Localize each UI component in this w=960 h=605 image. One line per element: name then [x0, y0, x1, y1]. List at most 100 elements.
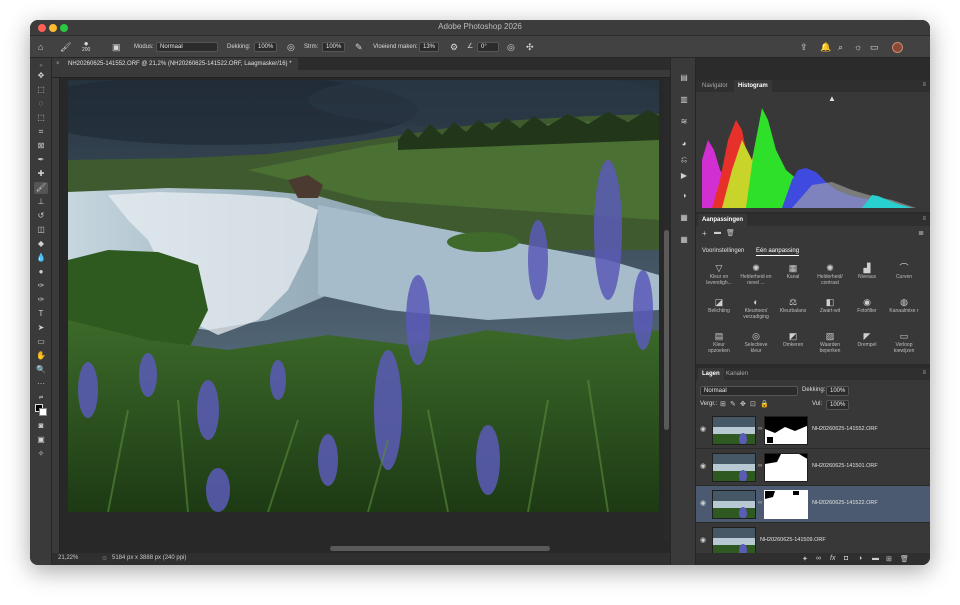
color-icon[interactable]: ◑	[678, 190, 690, 202]
layer-opacity-field[interactable]: 100%	[826, 386, 850, 396]
adjustment-9[interactable]: ◧ Zwart-wit	[813, 296, 847, 330]
subtab-presets[interactable]: Voorinstellingen	[702, 248, 744, 254]
move-tool-icon[interactable]: ✥	[34, 70, 48, 82]
angle-field[interactable]: 0°	[477, 42, 499, 52]
more-tools-icon[interactable]: ···	[34, 378, 48, 390]
add-mask-icon[interactable]: ◘	[844, 555, 848, 562]
layer-thumbnail[interactable]	[712, 416, 756, 445]
folder-icon[interactable]: ▬	[714, 229, 721, 236]
adjustment-0[interactable]: ▽ Kleur en levendigh...	[702, 262, 736, 296]
clone-stamp-tool-icon[interactable]: ⊥	[34, 196, 48, 208]
layer-mask-thumbnail[interactable]	[764, 490, 808, 519]
doc-info-toggle-icon[interactable]: ⊙	[102, 555, 107, 562]
history-brush-tool-icon[interactable]: ↺	[34, 210, 48, 222]
close-document-icon[interactable]: ×	[56, 58, 60, 70]
properties-icon[interactable]: ▤	[678, 72, 690, 84]
layer-row[interactable]: ◉ ∞ NH20260625-141522.ORF	[696, 486, 930, 523]
adjustment-17[interactable]: ▭ Verloop toewijzen	[887, 330, 921, 364]
layer-name[interactable]: NH20260625-141522.ORF	[812, 500, 878, 506]
user-avatar[interactable]	[892, 36, 903, 58]
adjustment-12[interactable]: ▤ Kleur opzoeken	[702, 330, 736, 364]
list-view-icon[interactable]: ≣	[918, 229, 924, 237]
vertical-ruler[interactable]	[52, 78, 60, 553]
lock-all-icon[interactable]: 🔒	[760, 400, 769, 408]
healing-brush-tool-icon[interactable]: ✚	[34, 168, 48, 180]
history-icon[interactable]: ⎌	[678, 154, 690, 166]
layer-name[interactable]: NH20260625-141509.ORF	[760, 537, 826, 543]
swap-colors-icon[interactable]: ⇄	[34, 392, 48, 404]
adjust-panel-icon[interactable]: ≋	[678, 116, 690, 128]
adjustment-2[interactable]: ▦ Kanal	[776, 262, 810, 296]
zoom-level[interactable]: 21,22%	[58, 555, 78, 561]
document-tab[interactable]: × NH20260625-141552.ORF @ 21,2% (NH20260…	[52, 58, 298, 70]
background-color-swatch[interactable]	[39, 408, 47, 416]
workspace-icon[interactable]: ▭	[870, 36, 879, 58]
zoom-tool-icon[interactable]: 🔍	[34, 364, 48, 376]
lock-pixels-icon[interactable]: ✎	[730, 400, 736, 408]
pressure-opacity-icon[interactable]: ◎	[287, 36, 295, 58]
brushes-icon[interactable]: ◕	[678, 138, 690, 150]
new-layer-icon[interactable]: ⊞	[886, 555, 892, 563]
adjustment-13[interactable]: ◎ Selectieve kleur	[739, 330, 773, 364]
lasso-tool-icon[interactable]: ◌	[34, 98, 48, 110]
mask-link-icon[interactable]: ∞	[758, 463, 762, 469]
layer-name[interactable]: NH20260625-141552.ORF	[812, 426, 878, 432]
layer-row[interactable]: ◉ ∞ NH20260625-141552.ORF	[696, 412, 930, 449]
lock-transparency-icon[interactable]: ⊞	[720, 400, 726, 408]
horizontal-scroll-thumb[interactable]	[330, 546, 550, 551]
rectangle-tool-icon[interactable]: ▭	[34, 336, 48, 348]
patterns-icon[interactable]: ▦	[678, 234, 690, 246]
layer-thumbnail[interactable]	[712, 527, 756, 556]
link-layers-icon[interactable]: ∞	[816, 555, 821, 562]
screen-mode-icon[interactable]: ▣	[34, 434, 48, 446]
swatches-icon[interactable]: ▦	[678, 212, 690, 224]
adjustments-title[interactable]: Aanpassingen	[698, 214, 748, 226]
home-icon[interactable]: ⌂	[38, 36, 43, 58]
pen-tool-icon[interactable]: ✑	[34, 280, 48, 292]
mask-link-icon[interactable]: ∞	[758, 426, 762, 432]
generative-icon[interactable]: ✧	[34, 448, 48, 460]
brush-preset-picker[interactable]: ● 200	[82, 36, 90, 58]
generate-icon[interactable]: ✦	[802, 555, 808, 563]
layer-mask-thumbnail[interactable]	[764, 416, 808, 445]
trash-icon[interactable]: 🗑	[726, 229, 735, 237]
horizontal-ruler[interactable]	[52, 70, 670, 78]
panel-menu-icon[interactable]: ≡	[922, 82, 926, 88]
marquee-tool-icon[interactable]: ⬚	[34, 84, 48, 96]
opacity-field[interactable]: 100%	[254, 42, 278, 52]
canvas-vertical-scrollbar[interactable]	[664, 80, 669, 540]
new-group-icon[interactable]: ▬	[872, 555, 879, 562]
subtab-single-adjustment[interactable]: Eén aanpassing	[756, 248, 800, 256]
lock-position-icon[interactable]: ✥	[740, 400, 746, 408]
adjustment-4[interactable]: ▟ Niveaus	[850, 262, 884, 296]
adjustment-6[interactable]: ◪ Belichting	[702, 296, 736, 330]
adjustment-10[interactable]: ◉ Fotofilter	[850, 296, 884, 330]
share-icon[interactable]: ⇪	[800, 36, 808, 58]
tab-histogram[interactable]: Histogram	[734, 80, 772, 92]
layer-style-icon[interactable]: fx	[830, 555, 835, 562]
path-select-tool-icon[interactable]: ➤	[34, 322, 48, 334]
add-preset-icon[interactable]: +	[702, 229, 707, 238]
dodge-tool-icon[interactable]: ●	[34, 266, 48, 278]
adjustment-layer-icon[interactable]: ◑	[858, 555, 862, 562]
discover-icon[interactable]: ☼	[854, 36, 862, 58]
adjustment-7[interactable]: ◐ Kleurtoon/ verzadiging	[739, 296, 773, 330]
adjustment-14[interactable]: ◩ Omkeren	[776, 330, 810, 364]
adjustment-3[interactable]: ✺ Helderheid/ contrast	[813, 262, 847, 296]
panel-menu-icon[interactable]: ≡	[922, 370, 926, 376]
visibility-eye-icon[interactable]: ◉	[700, 499, 706, 507]
brush-settings-icon[interactable]: ▣	[112, 36, 121, 58]
layer-row[interactable]: ◉ ∞ NH20260625-141501.ORF	[696, 449, 930, 486]
object-select-tool-icon[interactable]: ⬚	[34, 112, 48, 124]
visibility-eye-icon[interactable]: ◉	[700, 462, 706, 470]
pen-tool-icon[interactable]: ✑	[34, 294, 48, 306]
fill-field[interactable]: 100%	[826, 400, 850, 410]
layer-thumbnail[interactable]	[712, 453, 756, 482]
adjustment-15[interactable]: ▨ Waarden beperken	[813, 330, 847, 364]
brush-tool-icon[interactable]: 🖌	[34, 182, 48, 194]
adjustment-8[interactable]: ⚖ Kleurbalans	[776, 296, 810, 330]
hand-tool-icon[interactable]: ✋	[34, 350, 48, 362]
visibility-eye-icon[interactable]: ◉	[700, 536, 706, 544]
paint-bucket-tool-icon[interactable]: ◆	[34, 238, 48, 250]
blur-tool-icon[interactable]: 💧	[34, 252, 48, 264]
